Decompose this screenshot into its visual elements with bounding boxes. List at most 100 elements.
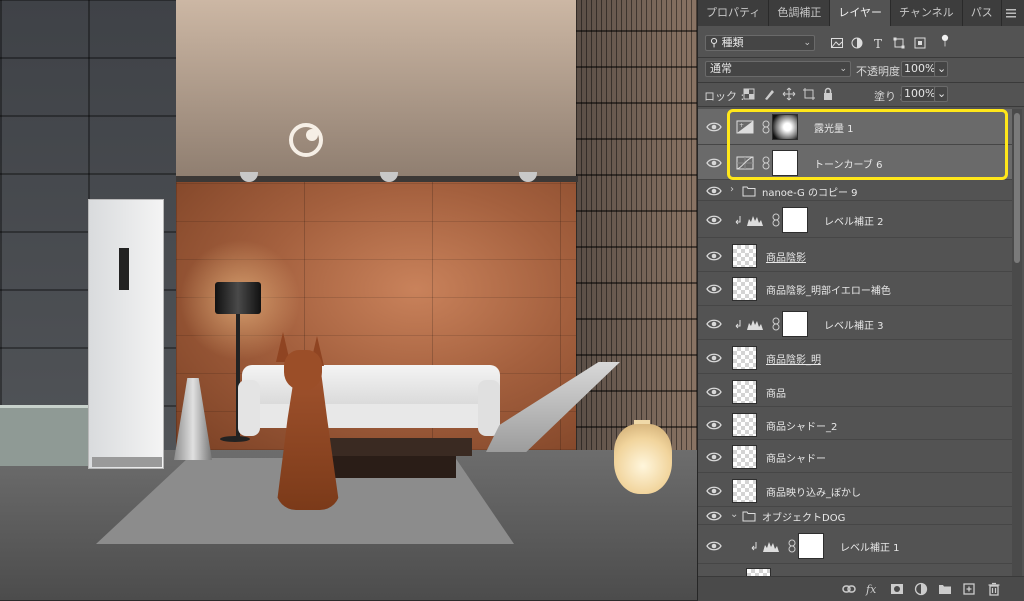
tab-adjustments[interactable]: 色調補正 <box>769 0 831 26</box>
eye-icon[interactable] <box>706 155 722 171</box>
layer-thumbnail[interactable] <box>732 478 757 503</box>
layer-row[interactable]: レベル補正 1 <box>698 527 1014 564</box>
coffee-table <box>320 438 472 456</box>
link-icon[interactable] <box>762 156 770 170</box>
fx-icon[interactable]: fx <box>865 581 881 597</box>
fill-label: 塗り : <box>874 90 904 103</box>
tab-layers[interactable]: レイヤー <box>830 0 892 26</box>
layer-row[interactable]: 商品陰影 <box>698 240 1014 272</box>
link-icon[interactable] <box>772 317 780 331</box>
chevron-down-icon[interactable]: ⌄ <box>730 509 738 520</box>
link-icon[interactable] <box>788 539 796 553</box>
layer-row[interactable]: 商品陰影_明 <box>698 341 1014 374</box>
new-adjustment-icon[interactable] <box>913 581 929 597</box>
separator <box>698 57 1024 58</box>
eye-icon[interactable] <box>706 384 722 400</box>
shape-filter-icon[interactable] <box>892 36 906 50</box>
svg-text:+: + <box>739 122 744 129</box>
panel-menu-icon[interactable] <box>1004 6 1018 20</box>
ceiling <box>176 0 578 178</box>
layer-thumbnail[interactable] <box>746 568 771 576</box>
tab-paths[interactable]: パス <box>963 0 1002 26</box>
layer-name: 商品 <box>766 388 786 400</box>
eye-icon[interactable] <box>706 316 722 332</box>
eye-icon[interactable] <box>706 417 722 433</box>
new-layer-icon[interactable] <box>961 581 977 597</box>
layer-kind-filter[interactable]: ⚲ 種類 ⌄ <box>705 35 815 51</box>
layer-thumbnail[interactable] <box>732 345 757 370</box>
blend-mode-select[interactable]: 通常 ⌄ <box>705 61 851 77</box>
scrollbar-thumb[interactable] <box>1014 113 1020 263</box>
new-group-icon[interactable] <box>937 581 953 597</box>
type-filter-icon[interactable]: T <box>871 36 885 50</box>
filter-toggle-icon[interactable] <box>938 34 952 48</box>
exposure-icon: + <box>736 120 754 134</box>
eye-icon[interactable] <box>706 508 722 524</box>
lock-all-icon[interactable] <box>821 87 835 101</box>
layer-row[interactable]: 商品映り込み_ぼかし <box>698 474 1014 507</box>
layer-row[interactable]: › nanoe-G のコピー 9 <box>698 181 1014 201</box>
eye-icon[interactable] <box>706 119 722 135</box>
lock-position-icon[interactable] <box>782 87 796 101</box>
layer-name: レベル補正 3 <box>824 320 884 332</box>
clipping-mask-icon <box>751 541 757 550</box>
folder-icon <box>742 511 756 522</box>
layer-row[interactable]: レベル補正 2 <box>698 202 1014 238</box>
layer-mask-thumbnail[interactable] <box>782 207 808 233</box>
layer-row[interactable]: ⌄ オブジェクトDOG <box>698 507 1014 525</box>
chevron-down-icon: ⌄ <box>937 87 947 100</box>
layer-name: 商品陰影 <box>766 253 806 264</box>
layer-mask-thumbnail[interactable] <box>772 149 798 176</box>
lock-artboard-icon[interactable] <box>802 87 816 101</box>
layer-row[interactable]: + 露光量 1 <box>698 109 1014 145</box>
eye-icon[interactable] <box>706 538 722 554</box>
fill-dropdown[interactable]: ⌄ <box>934 86 948 102</box>
opacity-dropdown[interactable]: ⌄ <box>934 61 948 77</box>
layer-thumbnail[interactable] <box>732 445 757 469</box>
eye-icon[interactable] <box>706 248 722 264</box>
delete-layer-icon[interactable] <box>986 581 1002 597</box>
add-mask-icon[interactable] <box>889 581 905 597</box>
layer-list-scrollbar[interactable] <box>1012 109 1022 576</box>
lock-label: ロック : <box>704 90 745 103</box>
link-icon[interactable] <box>762 120 770 134</box>
layer-mask-thumbnail[interactable] <box>772 114 798 140</box>
eye-icon[interactable] <box>706 183 722 199</box>
layer-thumbnail[interactable] <box>732 412 757 437</box>
chevron-right-icon[interactable]: › <box>730 184 734 195</box>
blend-mode-value: 通常 <box>710 62 732 75</box>
coffee-table-base <box>332 456 456 478</box>
tab-channels[interactable]: チャンネル <box>891 0 963 26</box>
lock-transparent-pixels-icon[interactable] <box>742 87 756 101</box>
layer-thumbnail[interactable] <box>732 379 757 404</box>
adjustment-filter-icon[interactable] <box>850 36 864 50</box>
separator <box>698 82 1024 83</box>
layers-panel-footer: fx <box>698 576 1024 601</box>
eye-icon[interactable] <box>706 483 722 499</box>
smart-object-filter-icon[interactable] <box>913 36 927 50</box>
chevron-down-icon: ⌄ <box>803 38 811 48</box>
eye-icon[interactable] <box>706 350 722 366</box>
layer-name: 商品陰影_明部イエロー補色 <box>766 286 891 297</box>
layer-thumbnail[interactable] <box>732 244 757 268</box>
image-filter-icon[interactable] <box>830 36 844 50</box>
layer-row[interactable]: 商品陰影_明部イエロー補色 <box>698 272 1014 306</box>
lock-image-pixels-icon[interactable] <box>762 87 776 101</box>
layer-thumbnail[interactable] <box>732 277 757 301</box>
layer-mask-thumbnail[interactable] <box>782 310 808 337</box>
tab-properties[interactable]: プロパティ <box>698 0 770 26</box>
eye-icon[interactable] <box>706 281 722 297</box>
link-layers-icon[interactable] <box>841 581 857 597</box>
layer-name: オブジェクトDOG <box>762 513 846 524</box>
layer-row[interactable]: 商品 <box>698 376 1014 407</box>
layer-row[interactable]: レベル補正 3 <box>698 307 1014 340</box>
eye-icon[interactable] <box>706 212 722 228</box>
document-canvas[interactable] <box>0 0 697 600</box>
layer-row[interactable]: トーンカーブ 6 <box>698 145 1014 180</box>
link-icon[interactable] <box>772 213 780 227</box>
eye-icon[interactable] <box>706 449 722 465</box>
layer-row[interactable] <box>698 564 1014 576</box>
layer-row[interactable]: 商品シャドー_2 <box>698 409 1014 440</box>
layer-mask-thumbnail[interactable] <box>798 532 824 559</box>
layer-row[interactable]: 商品シャドー <box>698 441 1014 473</box>
